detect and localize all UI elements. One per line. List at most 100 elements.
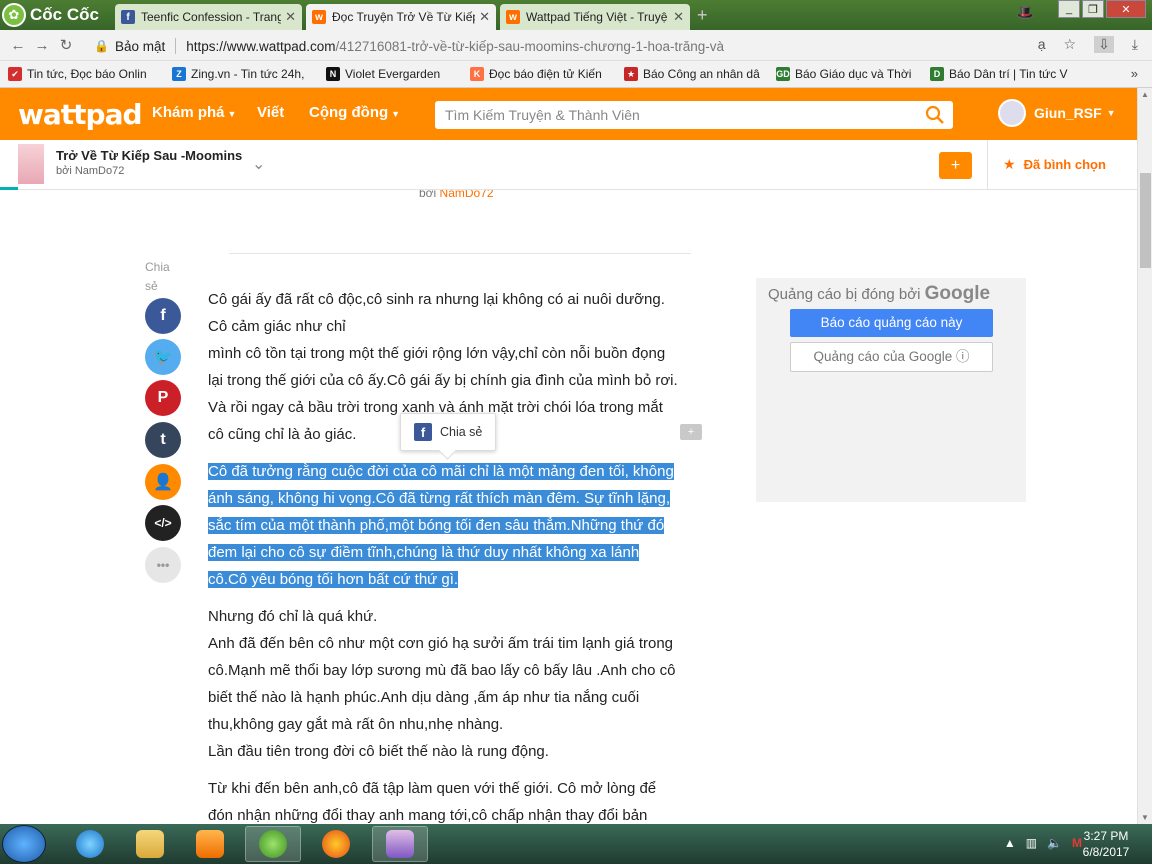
network-icon[interactable]: ▥ (1026, 836, 1037, 850)
coccoc-logo-icon: ✿ (2, 3, 26, 27)
forward-arrow-icon[interactable]: → (30, 37, 54, 54)
nav-write[interactable]: Viết (257, 104, 284, 121)
bookmark-item[interactable]: N Violet Evergarden (326, 67, 456, 81)
bookmark-star-icon[interactable]: ☆ (1064, 36, 1077, 53)
selected-text: đem lại cho cô sự điềm tĩnh,chúng là thứ… (208, 544, 640, 561)
bookmark-label: Đọc báo điện tử Kiến (489, 67, 602, 81)
caret-down-icon: ▼ (391, 109, 401, 119)
tab-wattpad-tieng-viet[interactable]: w Wattpad Tiếng Việt - Truyệ ✕ (500, 4, 690, 30)
bookmark-favicon-icon: D (930, 67, 944, 81)
scroll-thumb[interactable] (1140, 173, 1151, 268)
system-tray: ▲ ▥ 🔈 M (1004, 836, 1082, 850)
tumblr-share-icon[interactable]: t (145, 422, 181, 458)
lock-icon: 🔒 (94, 39, 109, 53)
bookmark-item[interactable]: ★ Báo Công an nhân dâ (624, 67, 762, 81)
twitter-share-icon[interactable]: 🐦 (145, 339, 181, 375)
scroll-down-icon[interactable]: ▼ (1141, 813, 1151, 822)
bookmark-label: Zing.vn - Tin tức 24h, (191, 67, 305, 81)
author-link[interactable]: NamDo72 (440, 190, 494, 200)
back-arrow-icon[interactable]: ← (6, 37, 30, 54)
bookmark-item[interactable]: GD Báo Giáo dục và Thời (776, 67, 916, 81)
facebook-icon: f (414, 423, 432, 441)
bookmark-item[interactable]: ✔ Tin tức, Đọc báo Onlin (8, 67, 158, 81)
bookmarks-bar: ✔ Tin tức, Đọc báo Onlin Z Zing.vn - Tin t… (0, 61, 1152, 88)
maximize-icon[interactable]: ❐ (1082, 0, 1104, 18)
bookmarks-overflow-icon[interactable]: » (1131, 66, 1138, 81)
add-to-library-button[interactable]: + (939, 152, 972, 179)
bookmark-label: Báo Giáo dục và Thời (795, 67, 912, 81)
tab-doc-truyen[interactable]: w Đọc Truyện Trở Về Từ Kiếp ✕ (306, 4, 496, 30)
story-cover[interactable] (18, 144, 44, 184)
window-close-icon[interactable]: ✕ (1106, 0, 1146, 18)
selected-text: cô.Cô yêu bóng tối hơn bất cứ thứ gì. (208, 571, 459, 588)
share-glyph: 🐦 (153, 349, 173, 366)
popup-share-label: Chia sẻ (440, 425, 483, 439)
taskbar-coccoc[interactable] (245, 826, 301, 862)
tab-close-icon[interactable]: ✕ (479, 9, 490, 25)
media-player-icon (196, 830, 224, 858)
browser-brand[interactable]: ✿ Cốc Cốc (2, 2, 99, 28)
taskbar-ie[interactable] (62, 826, 118, 862)
text-line: mình cô tồn tại trong một thế giới rộng … (208, 345, 666, 362)
share-glyph: 👤 (153, 474, 173, 491)
star-icon: ★ (1003, 156, 1016, 172)
download-media-icon[interactable]: ⇩ (1094, 36, 1114, 53)
new-tab-button[interactable]: + (697, 6, 715, 24)
story-toolbar: Trở Về Từ Kiếp Sau -Moomins bởi NamDo72 … (0, 140, 1137, 190)
story-author[interactable]: bởi NamDo72 (56, 165, 124, 177)
bookmark-item[interactable]: K Đọc báo điện tử Kiến (470, 67, 610, 81)
url-host: https://www.wattpad.com (186, 38, 336, 54)
scroll-up-icon[interactable]: ▲ (1141, 90, 1151, 99)
divider (229, 253, 691, 254)
pinterest-share-icon[interactable]: P (145, 380, 181, 416)
chapter-byline: bởi NamDo72 (419, 190, 494, 200)
facebook-share-icon[interactable]: f (145, 298, 181, 334)
translate-icon[interactable]: ạ (1038, 36, 1046, 53)
embed-share-icon[interactable]: </> (145, 505, 181, 541)
show-hidden-icons-icon[interactable]: ▲ (1004, 836, 1016, 850)
story-title[interactable]: Trở Về Từ Kiếp Sau -Moomins (56, 148, 242, 163)
tab-close-icon[interactable]: ✕ (673, 9, 684, 25)
windows-taskbar: ▲ ▥ 🔈 M 3:27 PM 6/8/2017 (0, 824, 1152, 864)
bookmark-item[interactable]: D Báo Dân trí | Tin tức V (930, 67, 1070, 81)
user-menu[interactable]: Giun_RSF ▼ (998, 99, 1116, 127)
google-logo: Google (924, 283, 991, 304)
bookmark-favicon-icon: GD (776, 67, 790, 81)
reload-icon[interactable]: ↻ (54, 36, 78, 54)
nav-write-label: Viết (257, 104, 285, 121)
facebook-icon: f (121, 10, 135, 24)
vote-label: Đã bình chọn (1023, 157, 1106, 172)
start-button[interactable] (2, 825, 46, 863)
wattpad-logo[interactable]: wattpad (18, 98, 143, 131)
incognito-hat-icon[interactable]: 🎩 (1017, 4, 1034, 21)
downloads-icon[interactable]: ⤓ (1132, 36, 1138, 53)
taskbar-clock[interactable]: 3:27 PM 6/8/2017 (1076, 828, 1136, 860)
minimize-icon[interactable]: _ (1058, 0, 1080, 18)
inline-comment-icon[interactable]: + (680, 424, 702, 440)
search-input[interactable]: Tìm Kiếm Truyện & Thành Viên (435, 101, 953, 129)
tab-close-icon[interactable]: ✕ (285, 9, 296, 25)
bookmark-favicon-icon: Z (172, 67, 186, 81)
chevron-down-icon[interactable]: ⌄ (252, 154, 265, 174)
bookmark-item[interactable]: Z Zing.vn - Tin tức 24h, (172, 67, 312, 81)
vote-button[interactable]: ★ Đã bình chọn (1003, 156, 1106, 173)
internet-explorer-icon (76, 830, 104, 858)
taskbar-media[interactable] (182, 826, 238, 862)
nav-explore[interactable]: Khám phá ▼ (152, 104, 236, 121)
taskbar-explorer[interactable] (122, 826, 178, 862)
tab-teenfic[interactable]: f Teenfic Confession - Trang ✕ (115, 4, 302, 30)
taskbar-paint[interactable] (372, 826, 428, 862)
page-scrollbar[interactable]: ▲ ▼ (1137, 88, 1152, 824)
search-icon[interactable] (925, 105, 945, 125)
taskbar-firefox[interactable] (308, 826, 364, 862)
volume-icon[interactable]: 🔈 (1047, 836, 1062, 850)
google-ads-info-button[interactable]: Quảng cáo của Google ⓘ (790, 342, 993, 372)
facebook-share-popup[interactable]: f Chia sẻ (400, 413, 496, 451)
nav-community[interactable]: Cộng đồng ▼ (309, 104, 400, 121)
report-ad-button[interactable]: Báo cáo quảng cáo này (790, 309, 993, 337)
paint-icon (386, 830, 414, 858)
highlighted-paragraph[interactable]: Cô đã tưởng rằng cuộc đời của cô mãi chỉ… (208, 458, 678, 593)
profile-share-icon[interactable]: 👤 (145, 464, 181, 500)
more-share-icon[interactable]: ••• (145, 547, 181, 583)
url-field[interactable]: 🔒 Bảo mật https://www.wattpad.com/412716… (94, 35, 1084, 57)
